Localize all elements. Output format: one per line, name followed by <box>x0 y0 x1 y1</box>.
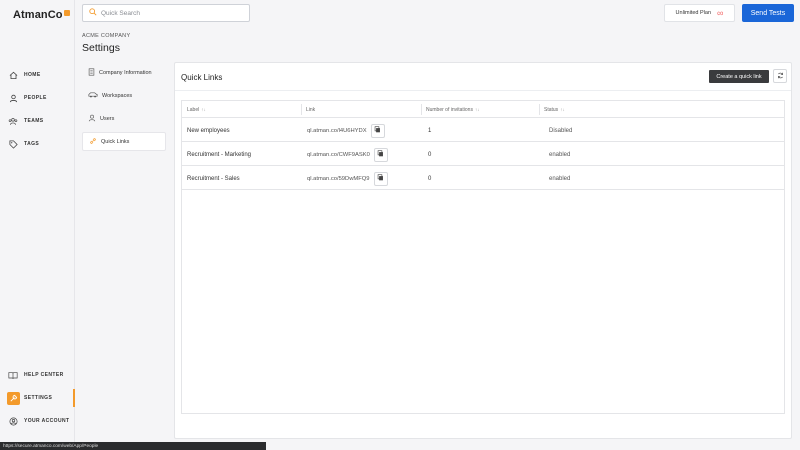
submenu-label: Workspaces <box>102 92 133 99</box>
create-quick-link-button[interactable]: Create a quick link <box>709 70 769 83</box>
row-invitations: 0 <box>428 175 432 182</box>
nav-label: PEOPLE <box>24 95 47 101</box>
logo-mark-icon <box>63 10 70 16</box>
row-link: ql.atman.co/59DwMFQ9 <box>307 167 388 190</box>
search-icon <box>89 8 97 18</box>
browser-status-bar: https://secure.atmanco.com/web/App/Peopl… <box>0 442 266 450</box>
nav-item-home[interactable]: HOME <box>0 66 75 84</box>
sort-icon: ↑↓ <box>560 107 565 112</box>
column-divider <box>539 104 540 115</box>
nav-item-teams[interactable]: TEAMS <box>0 112 75 130</box>
infinity-icon: ∞ <box>717 8 724 18</box>
row-label: New employees <box>187 127 230 134</box>
account-icon <box>8 416 18 426</box>
nav-item-settings[interactable]: SETTINGS <box>0 389 75 407</box>
person-icon <box>8 93 18 103</box>
copy-link-button[interactable] <box>373 171 388 186</box>
copy-icon <box>377 174 384 183</box>
refresh-icon <box>777 72 784 81</box>
row-invitations: 1 <box>428 127 432 134</box>
column-header-link: Link <box>306 106 316 113</box>
team-icon <box>8 116 18 126</box>
row-label: Recruitment - Marketing <box>187 151 252 158</box>
car-icon <box>88 91 98 100</box>
row-link: ql.atman.co/l4U6HYDX <box>307 119 385 142</box>
plan-label: Unlimited Plan <box>675 10 712 16</box>
page-title: Settings <box>82 42 120 54</box>
home-icon <box>8 70 18 80</box>
copy-link-button[interactable] <box>373 147 388 162</box>
row-label: Recruitment - Sales <box>187 175 240 182</box>
table-row[interactable]: New employees ql.atman.co/l4U6HYDX 1 Dis… <box>182 119 784 142</box>
company-name: ACME COMPANY <box>82 33 131 39</box>
copy-link-button[interactable] <box>370 123 385 138</box>
users-icon <box>88 114 96 124</box>
row-link: ql.atman.co/CWF9ASK0 <box>307 143 388 166</box>
quick-search-input[interactable]: Quick Search <box>82 4 250 22</box>
wrench-icon <box>7 391 20 405</box>
submenu-label: Company Information <box>99 69 152 76</box>
nav-label: TAGS <box>24 141 40 147</box>
nav-label: HELP CENTER <box>24 372 64 378</box>
submenu-label: Users <box>100 115 115 122</box>
row-status: Disabled <box>549 127 573 134</box>
nav-item-help-center[interactable]: HELP CENTER <box>0 366 75 384</box>
nav-item-your-account[interactable]: YOUR ACCOUNT <box>0 412 75 430</box>
left-navigation: AtmanCo HOME PEOPLE TEAMS TAGS HELP CENT… <box>0 0 75 450</box>
column-header-invitations[interactable]: Number of invitations ↑↓ <box>426 101 479 118</box>
nav-label: SETTINGS <box>24 395 53 401</box>
building-icon <box>88 67 95 78</box>
table-row[interactable]: Recruitment - Marketing ql.atman.co/CWF9… <box>182 143 784 166</box>
book-icon <box>8 370 18 380</box>
nav-item-people[interactable]: PEOPLE <box>0 89 75 107</box>
column-divider <box>421 104 422 115</box>
plan-badge[interactable]: Unlimited Plan ∞ <box>664 4 735 22</box>
table-header: Label ↑↓ Link Number of invitations ↑↓ Sta… <box>182 101 784 118</box>
sort-icon: ↑↓ <box>474 107 480 112</box>
submenu-label: Quick Links <box>101 138 130 145</box>
nav-label: TEAMS <box>24 118 44 124</box>
copy-icon <box>377 150 384 159</box>
nav-label: YOUR ACCOUNT <box>24 418 70 424</box>
column-header-status[interactable]: Status ↑↓ <box>544 101 565 118</box>
row-invitations: 0 <box>428 151 432 158</box>
link-icon <box>89 137 97 147</box>
sort-icon: ↑↓ <box>201 107 206 112</box>
nav-label: HOME <box>24 72 41 78</box>
submenu-item-workspaces[interactable]: Workspaces <box>82 86 166 105</box>
nav-item-tags[interactable]: TAGS <box>0 135 75 153</box>
row-status: enabled <box>549 175 571 182</box>
card-divider <box>175 90 791 91</box>
search-placeholder: Quick Search <box>101 9 141 17</box>
quick-links-title: Quick Links <box>181 73 223 82</box>
copy-icon <box>374 126 381 135</box>
quick-links-table: Label ↑↓ Link Number of invitations ↑↓ Sta… <box>181 100 785 414</box>
tag-icon <box>8 139 18 149</box>
quick-links-card: Quick Links Create a quick link Label ↑↓ … <box>174 62 792 439</box>
send-tests-button[interactable]: Send Tests <box>742 4 794 22</box>
submenu-item-company-information[interactable]: Company Information <box>82 63 166 82</box>
submenu-item-quick-links[interactable]: Quick Links <box>82 132 166 151</box>
table-row[interactable]: Recruitment - Sales ql.atman.co/59DwMFQ9… <box>182 167 784 190</box>
column-header-label[interactable]: Label ↑↓ <box>187 101 206 118</box>
refresh-button[interactable] <box>773 69 787 83</box>
row-status: enabled <box>549 151 571 158</box>
atmanco-logo[interactable]: AtmanCo <box>13 9 70 21</box>
submenu-item-users[interactable]: Users <box>82 109 166 128</box>
column-divider <box>301 104 302 115</box>
